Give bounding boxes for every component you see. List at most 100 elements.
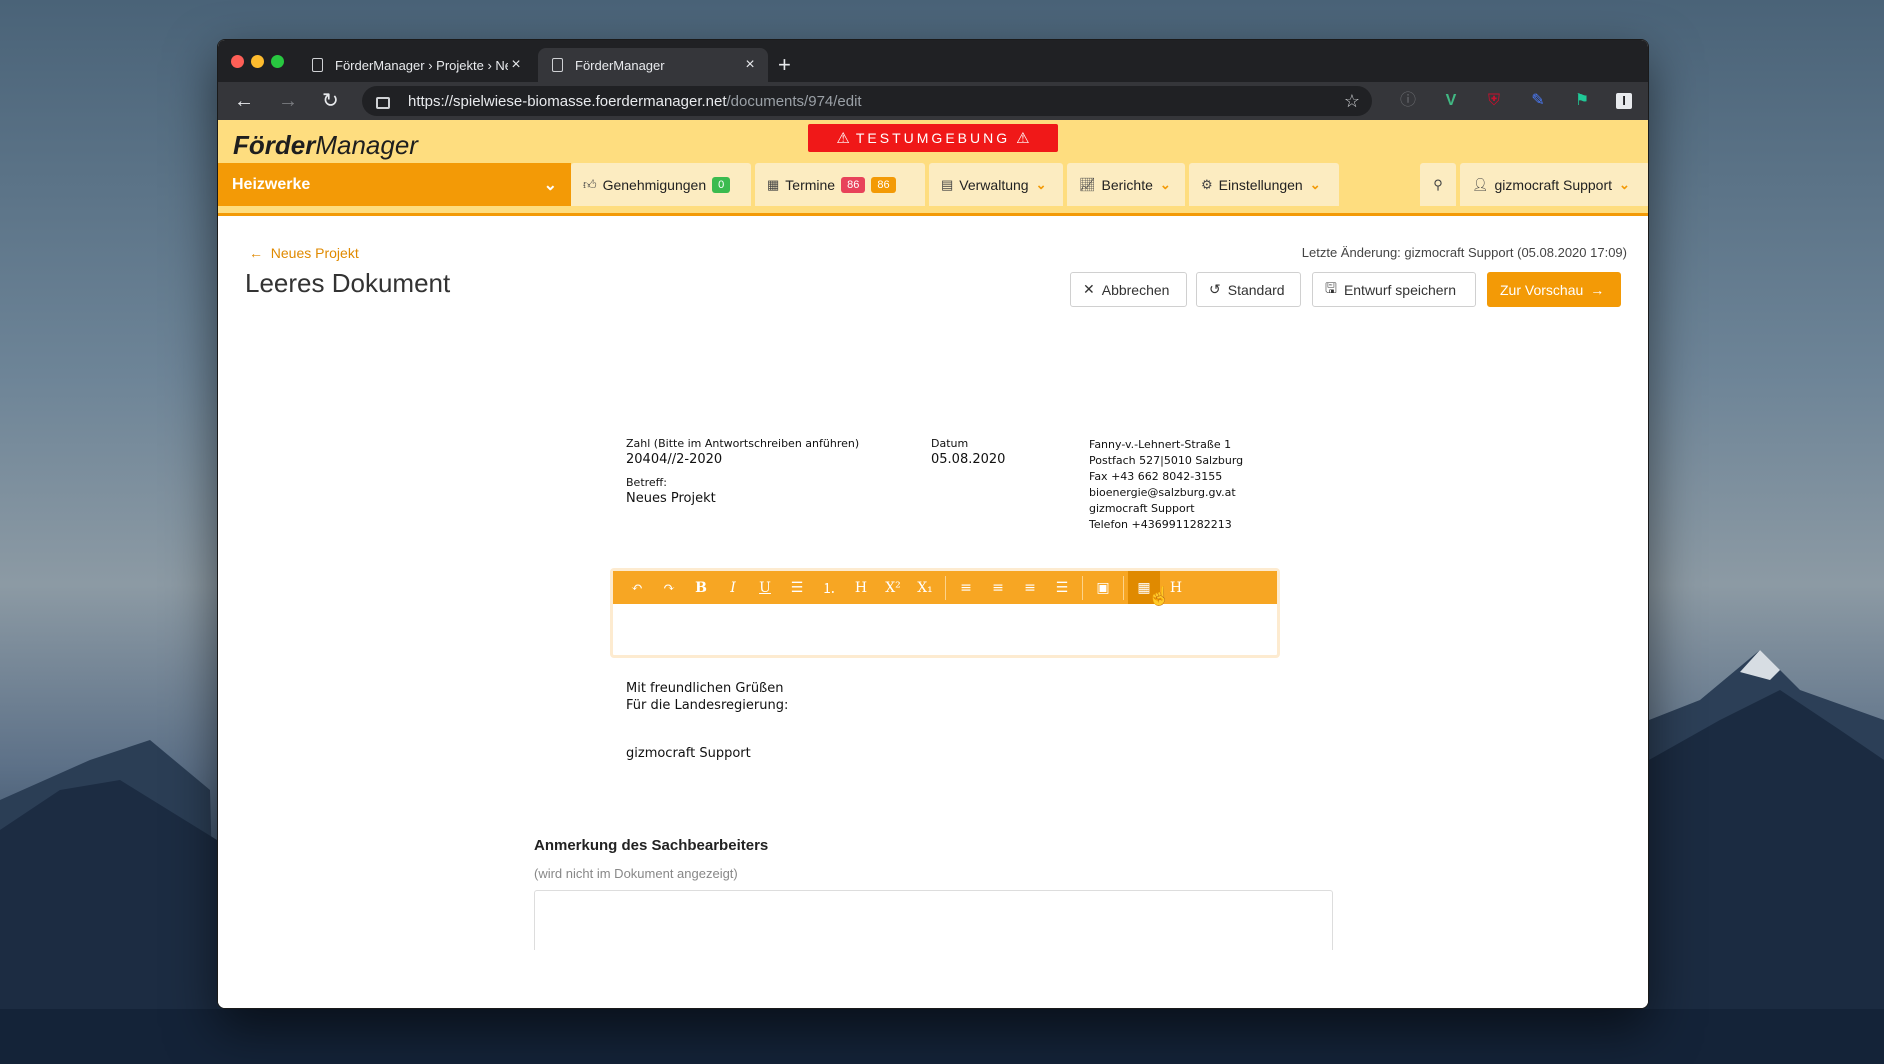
- tab-title: FörderManager › Projekte › Ne: [335, 57, 508, 73]
- nav-reports-label: Berichte: [1101, 176, 1153, 193]
- browser-toolbar: ← → ↻ https://spielwiese-biomasse.foerde…: [218, 82, 1648, 120]
- default-button-label: Standard: [1227, 281, 1285, 298]
- site-selector[interactable]: Heizwerke ⌄: [218, 163, 571, 206]
- chart-icon: 📈︎: [1079, 176, 1096, 192]
- underline-icon[interactable]: U: [749, 571, 781, 604]
- align-left-icon[interactable]: ≡: [950, 571, 982, 604]
- chevron-down-icon: ⌄: [1159, 176, 1171, 192]
- letter-datum-value: 05.08.2020: [931, 452, 1006, 467]
- page-title: Leeres Dokument: [245, 268, 451, 298]
- app-logo[interactable]: FörderManager: [233, 130, 418, 161]
- forward-arrow-icon[interactable]: →: [278, 88, 298, 114]
- nav-approvals-label: Genehmigungen: [602, 176, 707, 193]
- warning-icon: ⚠: [836, 130, 850, 147]
- tab-title: FörderManager: [575, 57, 665, 73]
- preview-button[interactable]: Zur Vorschau →: [1487, 272, 1621, 307]
- new-tab-button[interactable]: +: [778, 48, 791, 82]
- browser-tab-projects[interactable]: FörderManager › Projekte › Ne ×: [298, 48, 534, 82]
- back-link-label: Neues Projekt: [270, 245, 359, 261]
- instapaper-extension-icon[interactable]: I: [1616, 93, 1632, 109]
- app-header: FörderManager ⚠ TESTUMGEBUNG ⚠ Heizwerke…: [218, 120, 1648, 216]
- search-button[interactable]: ⚲: [1420, 163, 1456, 206]
- ublock-extension-icon[interactable]: ⛨: [1484, 91, 1504, 111]
- nav-appointments[interactable]: ▦ Termine 86 86: [755, 163, 925, 206]
- reload-icon[interactable]: ↻: [322, 88, 339, 114]
- pen-extension-icon[interactable]: ✎: [1528, 91, 1548, 111]
- appointments-overdue-badge: 86: [841, 176, 866, 193]
- nav-user-menu[interactable]: 👤︎ gizmocraft Support ⌄: [1460, 163, 1648, 206]
- chevron-down-icon: ⌄: [1309, 176, 1321, 192]
- nav-administration[interactable]: ▤ Verwaltung ⌄: [929, 163, 1063, 206]
- redo-icon[interactable]: ↷: [653, 571, 685, 604]
- vue-extension-icon[interactable]: V: [1441, 91, 1461, 111]
- tab-strip: FörderManager › Projekte › Ne × FörderMa…: [218, 40, 1648, 82]
- maximize-window-button[interactable]: [271, 55, 284, 68]
- page-content: ← Neues Projekt Leeres Dokument Letzte Ä…: [218, 216, 1648, 1008]
- close-window-button[interactable]: [231, 55, 244, 68]
- undo-icon[interactable]: ↶: [621, 571, 653, 604]
- calendar-icon: ▦: [767, 176, 780, 192]
- building-icon: ▤: [941, 176, 954, 192]
- chevron-down-icon: ⌄: [1035, 176, 1047, 192]
- nav-reports[interactable]: 📈︎ Berichte ⌄: [1067, 163, 1185, 206]
- chevron-down-icon: ⌄: [1619, 176, 1630, 192]
- lock-icon: [376, 97, 390, 109]
- document-icon: [312, 58, 323, 72]
- search-icon: ⚲: [1433, 176, 1443, 192]
- info-extension-icon[interactable]: ⓘ: [1398, 91, 1418, 111]
- chevron-down-icon: ⌄: [543, 176, 557, 194]
- preview-button-label: Zur Vorschau: [1500, 281, 1584, 298]
- save-icon: 🖫︎: [1325, 279, 1337, 296]
- heading-icon[interactable]: H: [845, 571, 877, 604]
- address-bar[interactable]: https://spielwiese-biomasse.foerdermanag…: [362, 86, 1372, 116]
- nav-settings[interactable]: ⚙ Einstellungen ⌄: [1189, 163, 1339, 206]
- cancel-button[interactable]: ✕ Abbrechen: [1070, 272, 1187, 307]
- main-navigation: Heizwerke ⌄ 👍︎ Genehmigungen 0 ▦ Termine…: [218, 163, 1648, 206]
- browser-window: FörderManager › Projekte › Ne × FörderMa…: [217, 39, 1649, 1009]
- bullet-list-icon[interactable]: ☰: [781, 571, 813, 604]
- close-tab-icon[interactable]: ×: [742, 56, 758, 74]
- toolbar-separator: [1123, 575, 1124, 600]
- image-icon[interactable]: ▣: [1087, 571, 1119, 604]
- toolbar-separator: [1082, 575, 1083, 600]
- save-draft-button[interactable]: 🖫︎ Entwurf speichern: [1312, 272, 1476, 307]
- italic-icon[interactable]: I: [717, 571, 749, 604]
- letter-address-line: Telefon +4369911282213: [1089, 518, 1232, 531]
- arrow-right-icon: →: [1590, 281, 1605, 298]
- document-icon: [552, 58, 563, 72]
- arrow-left-icon: ←: [249, 245, 263, 261]
- nav-approvals[interactable]: 👍︎ Genehmigungen 0: [571, 163, 751, 206]
- note-textarea[interactable]: [534, 890, 1333, 950]
- bold-icon[interactable]: B: [685, 571, 717, 604]
- default-button[interactable]: ↺ Standard: [1196, 272, 1301, 307]
- letter-closing: Für die Landesregierung:: [626, 698, 789, 713]
- subscript-icon[interactable]: X₁: [909, 571, 941, 604]
- save-draft-button-label: Entwurf speichern: [1343, 281, 1456, 298]
- letter-zahl-value: 20404//2-2020: [626, 452, 723, 467]
- close-tab-icon[interactable]: ×: [508, 56, 524, 74]
- warning-icon: ⚠: [1016, 130, 1030, 147]
- align-center-icon[interactable]: ≡: [982, 571, 1014, 604]
- letter-address-line: Postfach 527|5010 Salzburg: [1089, 454, 1244, 467]
- note-hint: (wird nicht im Dokument angezeigt): [534, 866, 738, 881]
- back-to-project-link[interactable]: ← Neues Projekt: [249, 245, 359, 261]
- approvals-count-badge: 0: [712, 176, 731, 193]
- letter-address-line: Fax +43 662 8042-3155: [1089, 470, 1223, 483]
- minimize-window-button[interactable]: [251, 55, 264, 68]
- last-change-info: Letzte Änderung: gizmocraft Support (05.…: [1301, 245, 1627, 260]
- browser-tab-foerdermanager[interactable]: FörderManager ×: [538, 48, 768, 82]
- letter-betreff-value: Neues Projekt: [626, 491, 716, 506]
- site-selector-label: Heizwerke: [232, 175, 311, 193]
- align-justify-icon[interactable]: ☰: [1046, 571, 1078, 604]
- bird-extension-icon[interactable]: ⚑: [1572, 91, 1592, 111]
- letter-closing: Mit freundlichen Grüßen: [626, 681, 784, 696]
- rich-text-editor[interactable]: ↶ ↷ B I U ☰ ⒈ H X² X₁ ≡ ≡ ≡ ☰ ▣ ▦ H: [610, 568, 1280, 658]
- user-icon: 👤︎: [1472, 176, 1489, 192]
- align-right-icon[interactable]: ≡: [1014, 571, 1046, 604]
- superscript-icon[interactable]: X²: [877, 571, 909, 604]
- numbered-list-icon[interactable]: ⒈: [813, 571, 845, 604]
- note-title: Anmerkung des Sachbearbeiters: [534, 837, 769, 854]
- bookmark-star-icon[interactable]: ☆: [1344, 91, 1360, 112]
- back-arrow-icon[interactable]: ←: [234, 88, 254, 114]
- test-environment-banner: ⚠ TESTUMGEBUNG ⚠: [808, 124, 1058, 152]
